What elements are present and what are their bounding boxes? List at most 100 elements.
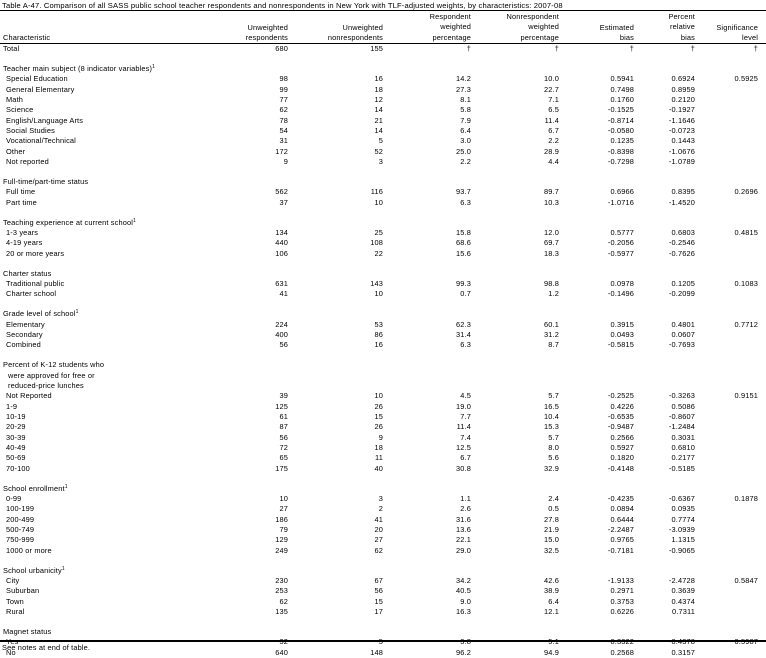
category-label: reduced-price lunches	[8, 381, 84, 391]
respondent-pct-cell: 5.8	[460, 105, 471, 115]
nonrespondent-pct-cell: 38.9	[544, 586, 559, 596]
respondents-cell: 62	[279, 596, 288, 606]
row-label: Rural	[6, 606, 25, 616]
relative-bias-cell: 0.4801	[671, 319, 695, 329]
relative-bias-cell: 0.3031	[671, 432, 695, 442]
category-label-text: Charter status	[3, 268, 52, 278]
respondent-pct-cell: 19.0	[456, 401, 471, 411]
row-label: 500-749	[6, 524, 35, 534]
respondents-cell: 61	[279, 411, 288, 421]
nonrespondent-pct-cell: 0.5	[548, 504, 559, 514]
respondents-cell: 87	[279, 422, 288, 432]
nonrespondents-cell: 10	[374, 197, 383, 207]
respondent-pct-cell: 3.0	[460, 136, 471, 146]
respondent-pct-cell: 25.0	[456, 146, 471, 156]
respondents-cell: 224	[275, 319, 288, 329]
nonrespondent-pct-cell: 8.7	[548, 340, 559, 350]
table-row: 750-999 129 27 22.1 15.0 0.9765 1.1315	[0, 535, 766, 545]
respondents-cell: 631	[275, 278, 288, 288]
footnote: See notes at end of table.	[2, 643, 91, 652]
category-label: Magnet status	[3, 627, 51, 637]
nonrespondents-cell: 116	[370, 187, 383, 197]
respondent-pct-cell: 7.9	[460, 115, 471, 125]
table-row: Social Studies 54 14 6.4 6.7 -0.0580 -0.0723	[0, 126, 766, 136]
header-unweighted-nonrespondents: Unweighted nonrespondents	[327, 22, 383, 42]
nonrespondent-pct-cell: 11.4	[544, 115, 559, 125]
category-label: Percent of K-12 students who	[3, 360, 104, 370]
nonrespondent-pct-cell: 4.4	[548, 157, 559, 167]
respondents-cell: 65	[279, 453, 288, 463]
estimated-bias-cell: -0.7298	[607, 157, 634, 167]
estimated-bias-cell: -0.5815	[607, 340, 634, 350]
row-label: 40-49	[6, 442, 26, 452]
nonrespondent-pct-cell: 5.7	[548, 432, 559, 442]
nonrespondent-pct-cell: 10.0	[544, 74, 559, 84]
row-label: Not reported	[6, 157, 49, 167]
table-row: 500-749 79 20 13.6 21.9 -2.2487 -3.0939	[0, 525, 766, 535]
nonrespondent-pct-cell: 21.9	[544, 524, 559, 534]
table-row: Rural 135 17 16.3 12.1 0.6226 0.7311	[0, 607, 766, 617]
estimated-bias-cell: -0.1496	[607, 289, 634, 299]
relative-bias-cell: 0.7311	[672, 606, 695, 616]
nonrespondents-cell: 56	[374, 586, 383, 596]
respondent-pct-cell: 2.2	[460, 157, 471, 167]
respondents-cell: 186	[275, 514, 288, 524]
estimated-bias-cell: 0.2566	[610, 432, 634, 442]
row-label: 20-29	[6, 422, 26, 432]
respondent-pct-cell: 68.6	[456, 238, 471, 248]
table-row: Other 172 52 25.0 28.9 -0.8398 -1.0676	[0, 147, 766, 157]
respondent-pct-cell: 30.8	[456, 463, 471, 473]
table-row: 1-3 years 134 25 15.8 12.0 0.5777 0.6803 0.4815	[0, 228, 766, 238]
row-label: 1-3 years	[6, 227, 39, 237]
relative-bias-cell: -3.0939	[668, 524, 695, 534]
respondents-cell: 562	[275, 187, 288, 197]
respondents-cell: 106	[275, 248, 288, 258]
relative-bias-cell: 0.4374	[671, 596, 695, 606]
respondent-pct-cell: 31.6	[456, 514, 471, 524]
significance-cell: 0.1878	[734, 493, 758, 503]
table-row: 70-100 175 40 30.8 32.9 -0.4148 -0.5185	[0, 464, 766, 474]
nonrespondent-pct-cell: 60.1	[544, 319, 559, 329]
estimated-bias-cell: 0.1235	[610, 136, 634, 146]
table-row: Science 62 14 5.8 6.5 -0.1525 -0.1927	[0, 105, 766, 115]
title-rule	[0, 10, 766, 11]
respondents-cell: 31	[279, 136, 288, 146]
nonrespondent-pct-cell: 7.1	[548, 94, 559, 104]
significance-cell: †	[753, 44, 758, 53]
respondent-pct-cell: 15.6	[456, 248, 471, 258]
estimated-bias-cell: 0.3915	[610, 319, 634, 329]
relative-bias-cell: 0.6924	[671, 74, 695, 84]
relative-bias-cell: -0.4378	[668, 637, 695, 647]
row-label: Math	[6, 94, 24, 104]
header-estimated-bias: Estimated bias	[599, 22, 634, 42]
respondents-cell: 249	[275, 545, 288, 555]
row-label: 30-39	[6, 432, 26, 442]
table-row: Elementary 224 53 62.3 60.1 0.3915 0.4801 0.771…	[0, 320, 766, 330]
nonrespondents-cell: 20	[374, 524, 383, 534]
significance-cell: 0.5847	[734, 575, 758, 585]
category-label: were approved for free or	[8, 371, 95, 381]
respondent-pct-cell: †	[466, 44, 471, 53]
relative-bias-cell: -0.5185	[668, 463, 695, 473]
category-heading: Teaching experience at current school1	[0, 218, 766, 228]
respondents-cell: 129	[275, 535, 288, 545]
relative-bias-cell: -1.0676	[668, 146, 695, 156]
estimated-bias-cell: 0.6444	[610, 514, 634, 524]
footnote-marker: 1	[133, 217, 136, 224]
nonrespondent-pct-cell: 15.3	[544, 422, 559, 432]
nonrespondents-cell: 41	[374, 514, 383, 524]
significance-cell: 0.1083	[734, 278, 758, 288]
respondent-pct-cell: 31.4	[456, 329, 471, 339]
nonrespondents-cell: 5	[378, 136, 383, 146]
relative-bias-cell: 0.5086	[671, 401, 695, 411]
respondent-pct-cell: 13.6	[456, 524, 471, 534]
relative-bias-cell: 0.0935	[671, 504, 695, 514]
respondent-pct-cell: 6.3	[460, 197, 471, 207]
respondent-pct-cell: 9.0	[460, 596, 471, 606]
header-respondent-weighted-percentage: Respondent weighted percentage	[429, 12, 471, 42]
table-row: 1000 or more 249 62 29.0 32.5 -0.7181 -0.9065	[0, 546, 766, 556]
table-row: Full time 562 116 93.7 89.7 0.6966 0.8395 0.269…	[0, 187, 766, 197]
significance-cell: 0.2696	[734, 187, 758, 197]
respondents-cell: 175	[275, 463, 288, 473]
estimated-bias-cell: -0.1525	[607, 105, 634, 115]
